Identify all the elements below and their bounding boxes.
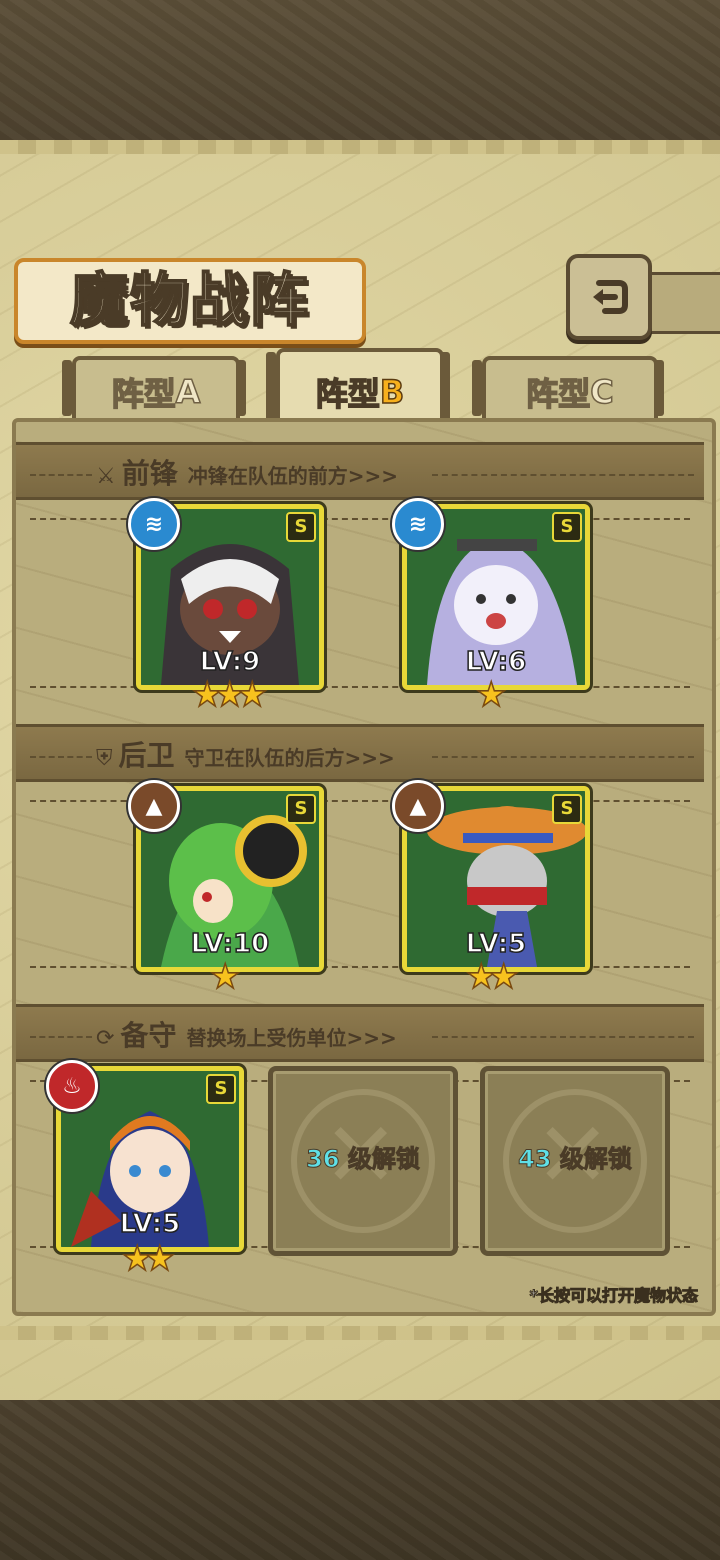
long-press-hint: *长按可以打开魔物状态: [529, 1286, 698, 1306]
star-rating: ★ ★ ★: [191, 677, 268, 713]
section-desc: 守卫在队伍的后方>>>: [184, 746, 395, 770]
level-label: LV:5: [465, 928, 527, 960]
divider: [30, 966, 690, 968]
star-rating: ★ ★: [465, 959, 519, 995]
divider: [432, 474, 694, 476]
tab-letter: A: [175, 372, 201, 412]
water-icon: ≋: [392, 498, 444, 550]
unlock-text: 级解锁: [559, 1145, 632, 1174]
background-bottom: [0, 1400, 720, 1560]
unlock-level: 43: [518, 1145, 552, 1174]
locked-slot[interactable]: ✕ 36 级解锁: [268, 1066, 458, 1256]
rank-badge: S: [206, 1074, 236, 1104]
tab-letter: C: [589, 372, 614, 412]
back-arrow-icon: [593, 280, 628, 314]
tab-post: [236, 360, 246, 416]
rank-badge: S: [552, 512, 582, 542]
unlock-level: 36: [306, 1145, 340, 1174]
page-title: 魔物战阵: [69, 265, 310, 335]
unlock-requirement: 43 级解锁: [485, 1139, 665, 1174]
unlock-requirement: 36 级解锁: [273, 1139, 453, 1174]
tab-formation-a[interactable]: 阵型 A: [72, 356, 240, 424]
tab-post: [440, 352, 450, 428]
divider: [30, 756, 92, 758]
section-title: 前锋: [121, 457, 178, 490]
section-title: 备守: [120, 1019, 177, 1052]
back-button[interactable]: [566, 254, 652, 340]
rank-badge: S: [552, 794, 582, 824]
unlock-text: 级解锁: [347, 1145, 420, 1174]
water-icon: ≋: [128, 498, 180, 550]
rank-badge: S: [286, 794, 316, 824]
parchment-edge-top: [0, 140, 720, 154]
section-title: 后卫: [118, 739, 175, 772]
tab-label: 阵型: [525, 374, 591, 414]
tab-post: [654, 360, 664, 416]
tab-label: 阵型: [315, 374, 381, 414]
star-icon: ★: [144, 1239, 176, 1279]
star-icon: ★: [488, 957, 520, 997]
section-header-rear: ⛨ 后卫 守卫在队伍的后方>>>: [96, 734, 395, 774]
section-header-front: ⚔ 前锋 冲锋在队伍的前方>>>: [96, 452, 398, 492]
locked-slot[interactable]: ✕ 43 级解锁: [480, 1066, 670, 1256]
divider: [30, 686, 690, 688]
earth-icon: ▲: [128, 780, 180, 832]
section-desc: 替换场上受伤单位>>>: [186, 1026, 397, 1050]
back-button-bar: [640, 272, 720, 334]
star-rating: ★ ★: [121, 1241, 175, 1277]
level-label: LV:5: [119, 1208, 181, 1240]
star-rating: ★: [209, 959, 241, 995]
title-plate: 魔物战阵: [14, 258, 366, 344]
level-label: LV:9: [199, 646, 261, 678]
tab-letter: B: [379, 372, 405, 412]
level-label: LV:10: [190, 928, 270, 960]
star-icon: ★: [475, 675, 507, 715]
swap-icon: ⟳: [96, 1026, 115, 1051]
tab-post: [472, 360, 482, 416]
earth-icon: ▲: [392, 780, 444, 832]
shield-icon: ⛨: [96, 746, 113, 771]
rank-badge: S: [286, 512, 316, 542]
star-rating: ★: [475, 677, 507, 713]
divider: [30, 1036, 92, 1038]
divider: [432, 756, 694, 758]
background-top: [0, 0, 720, 150]
parchment-edge-bottom: [0, 1326, 720, 1340]
star-icon: ★: [209, 957, 241, 997]
tab-post: [62, 360, 72, 416]
tab-post: [266, 352, 276, 428]
divider: [432, 1036, 694, 1038]
section-desc: 冲锋在队伍的前方>>>: [187, 464, 399, 488]
sword-icon: ⚔: [96, 464, 116, 489]
level-label: LV:6: [465, 646, 527, 678]
tab-formation-c[interactable]: 阵型 C: [482, 356, 658, 424]
divider: [30, 474, 92, 476]
tab-label: 阵型: [111, 374, 177, 414]
star-icon: ★: [236, 675, 268, 715]
fire-icon: ♨: [46, 1060, 98, 1112]
section-header-reserve: ⟳ 备守 替换场上受伤单位>>>: [96, 1014, 397, 1054]
